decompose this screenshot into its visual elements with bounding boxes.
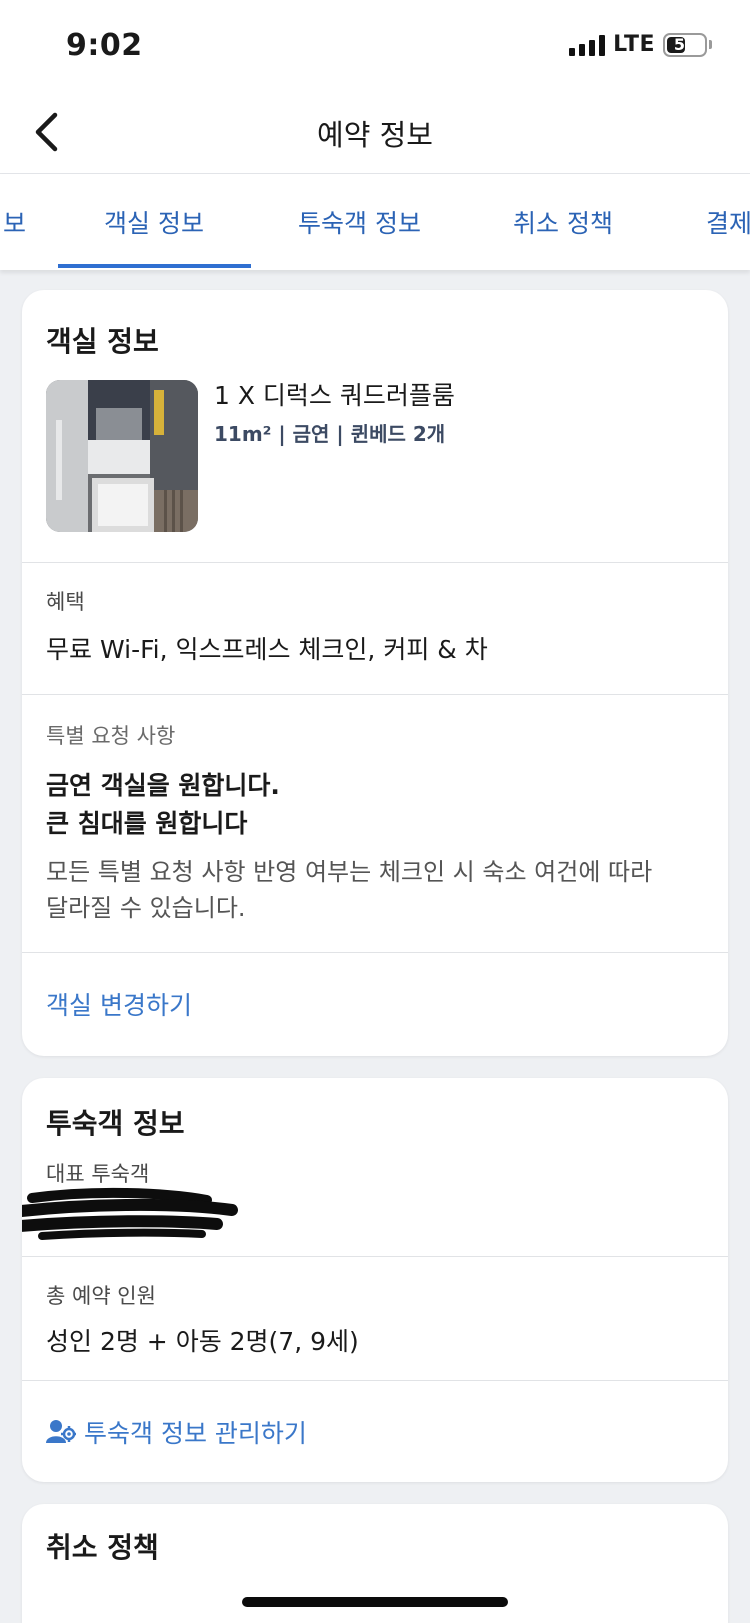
battery-level: 51 xyxy=(673,34,697,54)
special-request-label: 특별 요청 사항 xyxy=(46,724,176,748)
user-gear-icon xyxy=(46,1420,76,1443)
redacted-guest-name xyxy=(22,1187,238,1240)
room-info-card: 객실 정보 1 X 디럭스 쿼드러플룸 11m² | 금연 | 퀸베드 2개 혜… xyxy=(22,290,728,1056)
tab-rate-info[interactable]: 요금 정보 xyxy=(0,204,26,240)
page-title: 예약 정보 xyxy=(317,118,433,152)
status-indicators: LTE 51 xyxy=(569,32,712,57)
tab-payment-info[interactable]: 결제 정보 xyxy=(706,204,750,240)
change-room-link[interactable]: 객실 변경하기 xyxy=(46,986,192,1022)
primary-guest-label: 대표 투숙객 xyxy=(46,1162,150,1186)
manage-guest-label: 투숙객 정보 관리하기 xyxy=(84,1419,307,1448)
special-note-line-2: 달라질 수 있습니다. xyxy=(46,894,246,922)
battery-tip xyxy=(709,40,712,49)
status-time: 9:02 xyxy=(66,28,143,63)
battery-icon: 51 xyxy=(663,32,707,57)
benefits-text: 무료 Wi-Fi, 익스프레스 체크인, 커피 & 차 xyxy=(46,635,488,664)
total-guests-label: 총 예약 인원 xyxy=(46,1284,156,1308)
tab-bar: 요금 정보 객실 정보 투숙객 정보 취소 정책 결제 정보 xyxy=(0,174,750,270)
special-request-2: 큰 침대를 원합니다 xyxy=(46,809,248,838)
nav-bar: 예약 정보 xyxy=(0,90,750,174)
manage-guest-link[interactable]: 투숙객 정보 관리하기 xyxy=(46,1414,307,1450)
room-image xyxy=(46,380,198,532)
room-photo[interactable] xyxy=(46,380,198,532)
special-request-1: 금연 객실을 원합니다. xyxy=(46,771,280,800)
home-indicator xyxy=(242,1597,508,1607)
guest-card-title: 투숙객 정보 xyxy=(46,1107,185,1140)
tab-room-info[interactable]: 객실 정보 xyxy=(104,204,204,240)
network-type: LTE xyxy=(613,32,655,57)
room-details: 11m² | 금연 | 퀸베드 2개 xyxy=(214,422,446,446)
divider xyxy=(22,562,728,563)
room-card-title: 객실 정보 xyxy=(46,325,159,358)
divider xyxy=(22,1380,728,1381)
divider xyxy=(22,694,728,695)
room-name: 1 X 디럭스 쿼드러플룸 xyxy=(214,381,455,410)
tab-cancel-policy[interactable]: 취소 정책 xyxy=(513,204,613,240)
guest-info-card: 투숙객 정보 대표 투숙객 총 예약 인원 성인 2명 + 아동 2명(7, 9… xyxy=(22,1078,728,1482)
divider xyxy=(22,952,728,953)
special-note-line-1: 모든 특별 요청 사항 반영 여부는 체크인 시 숙소 여건에 따라 xyxy=(46,858,653,886)
tab-guest-info[interactable]: 투숙객 정보 xyxy=(298,204,421,240)
status-bar: 9:02 LTE 51 xyxy=(0,0,750,90)
benefits-label: 혜택 xyxy=(46,590,85,614)
divider xyxy=(22,1256,728,1257)
signal-icon xyxy=(569,34,606,56)
booking-info-screen: 9:02 LTE 51 예약 정보 요금 정보 객실 정보 투숙객 정보 취소 … xyxy=(0,0,750,1623)
total-guests-value: 성인 2명 + 아동 2명(7, 9세) xyxy=(46,1327,359,1356)
cancel-card-title: 취소 정책 xyxy=(46,1531,159,1564)
active-tab-indicator xyxy=(58,264,251,268)
